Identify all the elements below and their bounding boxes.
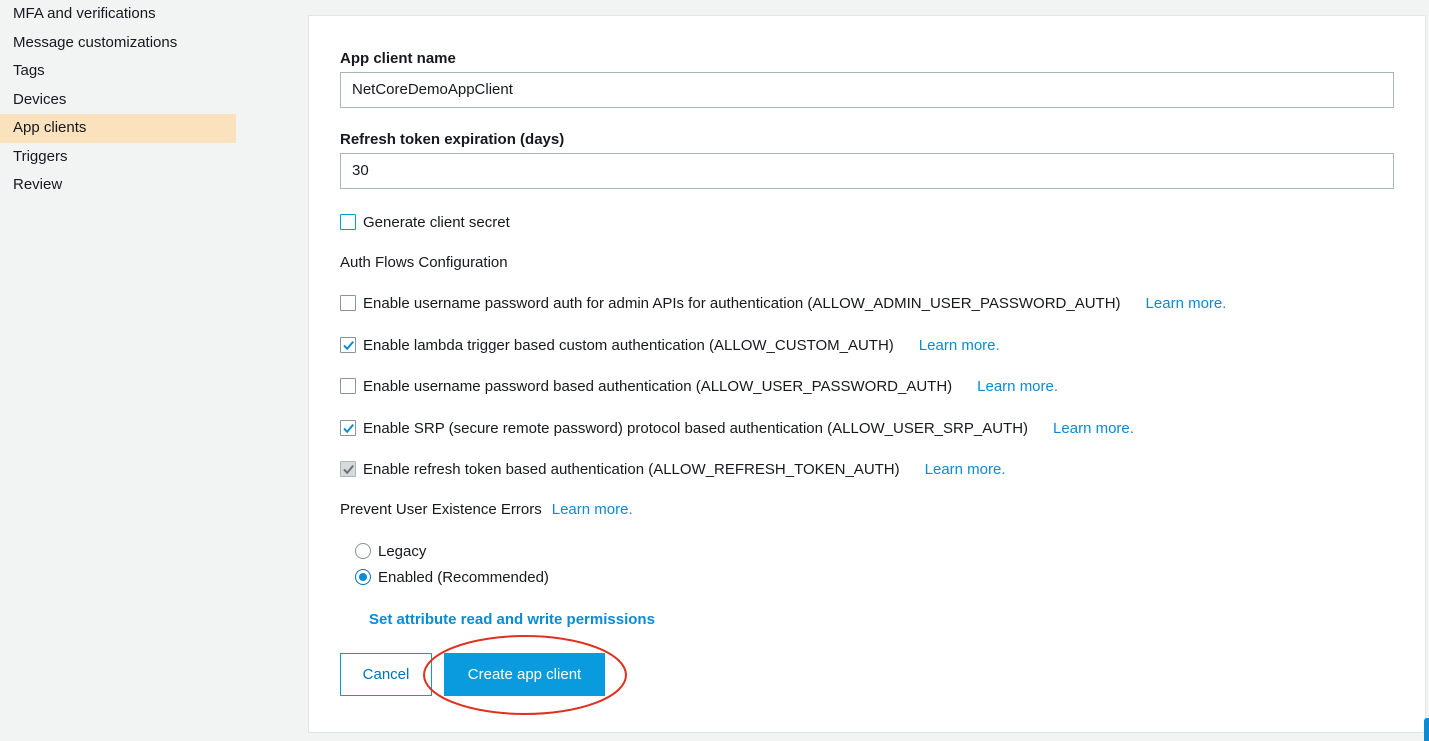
auth-flow-user-password-row: Enable username password based authentic… bbox=[340, 375, 1058, 397]
auth-flow-label: Enable refresh token based authenticatio… bbox=[363, 460, 900, 478]
sidebar-item-message-customizations[interactable]: Message customizations bbox=[0, 29, 236, 58]
auth-flow-refresh-token-row: Enable refresh token based authenticatio… bbox=[340, 458, 1006, 480]
sidebar-item-devices[interactable]: Devices bbox=[0, 86, 236, 115]
learn-more-link[interactable]: Learn more. bbox=[1146, 295, 1227, 312]
checkmark-icon bbox=[343, 464, 354, 475]
create-app-client-button[interactable]: Create app client bbox=[444, 653, 605, 696]
radio-enabled-label: Enabled (Recommended) bbox=[378, 568, 549, 586]
prevent-user-existence-errors-label: Prevent User Existence Errors bbox=[340, 500, 542, 518]
sidebar-item-mfa-and-verifications[interactable]: MFA and verifications bbox=[0, 0, 236, 29]
learn-more-link[interactable]: Learn more. bbox=[919, 337, 1000, 354]
app-client-name-input[interactable]: NetCoreDemoAppClient bbox=[340, 72, 1394, 108]
sidebar-item-triggers[interactable]: Triggers bbox=[0, 143, 236, 172]
auth-flow-user-password-checkbox[interactable] bbox=[340, 378, 356, 394]
checkmark-icon bbox=[343, 423, 354, 434]
learn-more-link[interactable]: Learn more. bbox=[977, 378, 1058, 395]
feedback-tab-edge[interactable] bbox=[1424, 718, 1429, 741]
cancel-button[interactable]: Cancel bbox=[340, 653, 432, 696]
auth-flow-label: Enable SRP (secure remote password) prot… bbox=[363, 419, 1029, 437]
generate-client-secret-label: Generate client secret bbox=[363, 213, 510, 231]
auth-flows-title: Auth Flows Configuration bbox=[340, 253, 508, 271]
generate-client-secret-checkbox[interactable] bbox=[340, 214, 356, 230]
auth-flow-admin-user-password-checkbox[interactable] bbox=[340, 295, 356, 311]
radio-legacy-row[interactable]: Legacy bbox=[355, 540, 426, 562]
auth-flow-admin-user-password-row: Enable username password auth for admin … bbox=[340, 292, 1226, 314]
radio-legacy[interactable] bbox=[355, 543, 371, 559]
auth-flow-custom-auth-checkbox[interactable] bbox=[340, 337, 356, 353]
radio-enabled[interactable] bbox=[355, 569, 371, 585]
auth-flow-label: Enable username password based authentic… bbox=[363, 377, 953, 395]
auth-flow-user-srp-checkbox[interactable] bbox=[340, 420, 356, 436]
sidebar-nav: MFA and verifications Message customizat… bbox=[0, 0, 236, 741]
sidebar-item-tags[interactable]: Tags bbox=[0, 57, 236, 86]
refresh-token-expiration-input[interactable]: 30 bbox=[340, 153, 1394, 189]
refresh-token-expiration-label: Refresh token expiration (days) bbox=[340, 131, 565, 148]
sidebar-item-review[interactable]: Review bbox=[0, 171, 236, 200]
generate-client-secret-row: Generate client secret bbox=[340, 211, 510, 233]
learn-more-link[interactable]: Learn more. bbox=[1053, 420, 1134, 437]
checkmark-icon bbox=[343, 340, 354, 351]
learn-more-link[interactable]: Learn more. bbox=[925, 461, 1006, 478]
auth-flow-refresh-token-checkbox bbox=[340, 461, 356, 477]
radio-enabled-row[interactable]: Enabled (Recommended) bbox=[355, 566, 549, 588]
set-attribute-permissions-link[interactable]: Set attribute read and write permissions bbox=[369, 611, 655, 628]
auth-flow-custom-auth-row: Enable lambda trigger based custom authe… bbox=[340, 334, 1000, 356]
radio-legacy-label: Legacy bbox=[378, 542, 427, 560]
learn-more-link[interactable]: Learn more. bbox=[552, 501, 633, 518]
auth-flow-user-srp-row: Enable SRP (secure remote password) prot… bbox=[340, 417, 1134, 439]
sidebar-item-app-clients[interactable]: App clients bbox=[0, 114, 236, 143]
auth-flow-label: Enable username password auth for admin … bbox=[363, 294, 1121, 312]
auth-flow-label: Enable lambda trigger based custom authe… bbox=[363, 336, 894, 354]
app-client-form-panel: App client name NetCoreDemoAppClient Ref… bbox=[308, 15, 1426, 733]
prevent-user-existence-errors-row: Prevent User Existence Errors Learn more… bbox=[340, 498, 633, 520]
app-client-name-label: App client name bbox=[340, 50, 456, 67]
